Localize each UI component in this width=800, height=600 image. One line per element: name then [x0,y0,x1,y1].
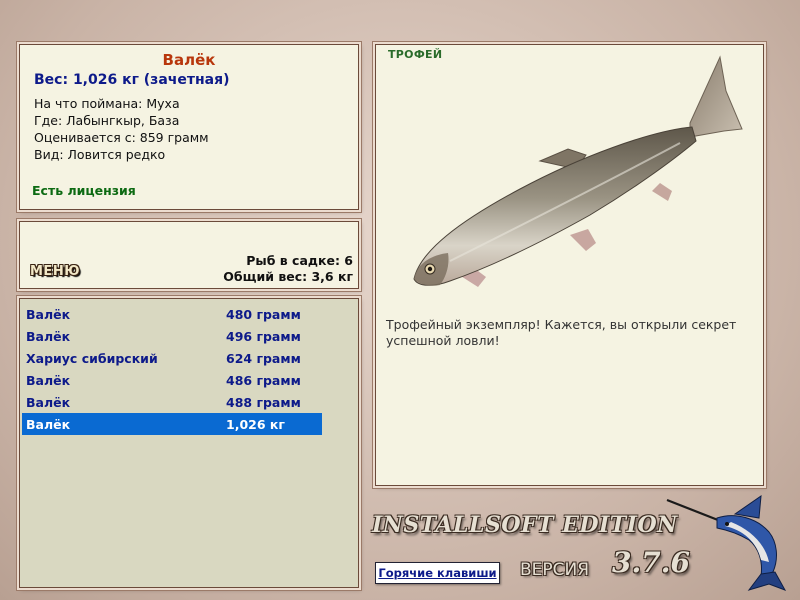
hotkeys-link[interactable]: Горячие клавиши [375,562,500,584]
catch-row[interactable]: Валёк 488 грамм [22,391,322,413]
catch-fish-weight: 480 грамм [226,306,301,322]
edition-title: INSTALLSOFT EDITION [372,512,678,538]
fish-weight: Вес: 1,026 кг (зачетная) [34,72,230,88]
catch-fish-name: Валёк [26,372,71,388]
location-text: Где: Лабынгкыр, База [34,113,180,128]
marlin-logo [666,494,787,591]
total-weight: Общий вес: 3,6 кг [223,269,353,284]
catch-fish-weight: 486 грамм [226,372,301,388]
catch-row[interactable]: Валёк 486 грамм [22,369,322,391]
catch-list: Валёк 480 грамм Валёк 496 грамм Хариус сибир… [22,303,322,435]
catch-fish-weight: 1,026 кг [226,416,285,432]
catch-list-panel: Валёк 480 грамм Валёк 496 грамм Хариус сибир… [19,298,359,588]
catch-fish-weight: 624 грамм [226,350,301,366]
catch-fish-name: Валёк [26,394,71,410]
catch-fish-weight: 488 грамм [226,394,301,410]
license-status: Есть лицензия [32,183,136,198]
menu-panel: МЕНЮ Рыб в садке: 6 Общий вес: 3,6 кг [19,221,359,289]
keep-stats: Рыб в садке: 6 Общий вес: 3,6 кг [223,253,353,285]
version-label: ВЕРСИЯ [520,560,590,580]
catch-row[interactable]: Хариус сибирский 624 грамм [22,347,322,369]
catch-row[interactable]: Валёк 480 грамм [22,303,322,325]
catch-fish-name: Валёк [26,416,71,432]
trophy-panel: ТРОФЕЙ Трофейный экземпляр! Кажется, вы … [375,44,764,486]
fish-info-panel: Валёк Вес: 1,026 кг (зачетная) На что по… [19,44,359,210]
fish-details: На что поймана: Муха Где: Лабынгкыр, Баз… [34,95,209,163]
catch-fish-weight: 496 грамм [226,328,301,344]
catch-fish-name: Валёк [26,328,71,344]
rarity-text: Вид: Ловится редко [34,147,166,162]
menu-button[interactable]: МЕНЮ [30,264,80,279]
catch-fish-name: Хариус сибирский [26,350,158,366]
valued-from-text: Оценивается с: 859 грамм [34,130,209,145]
catch-row[interactable]: Валёк 496 грамм [22,325,322,347]
trophy-message: Трофейный экземпляр! Кажется, вы открыли… [386,317,737,348]
fish-count: Рыб в садке: 6 [246,253,353,268]
whitefish-illustration [413,55,743,287]
fish-name: Валёк [162,51,216,69]
catch-fish-name: Валёк [26,306,71,322]
catch-row[interactable]: Валёк 1,026 кг [22,413,322,435]
caught-on-text: На что поймана: Муха [34,96,180,111]
